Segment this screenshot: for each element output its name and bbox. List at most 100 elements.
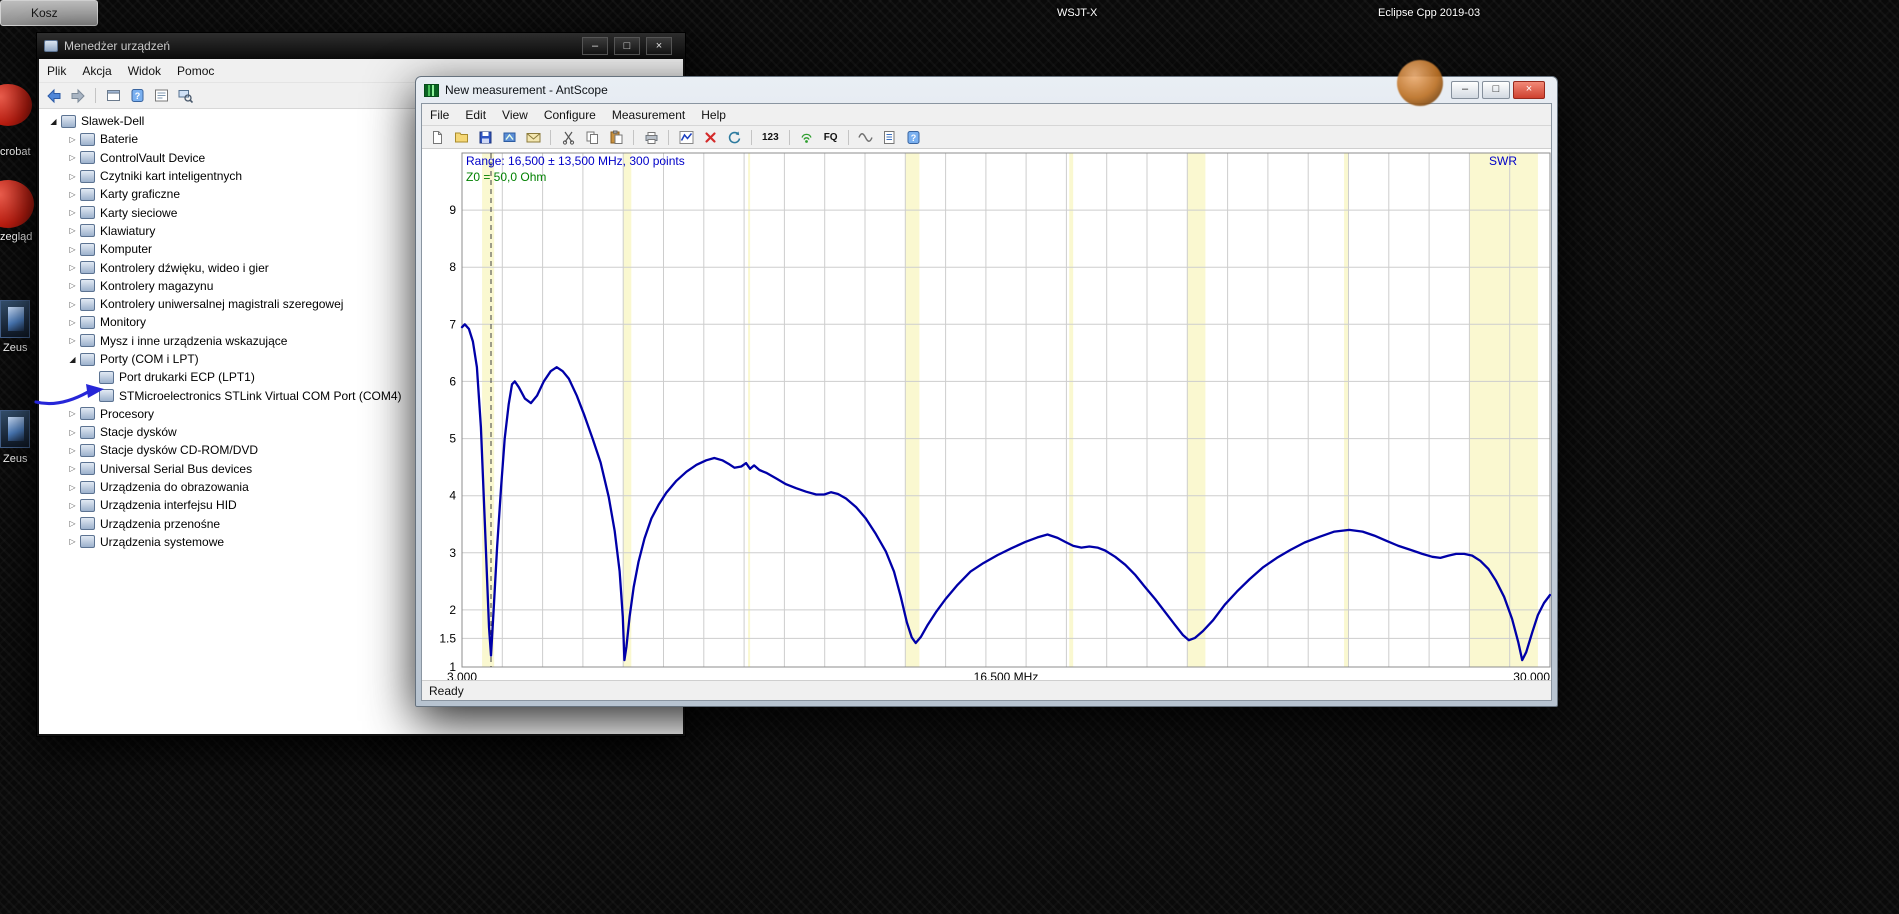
save-icon[interactable] xyxy=(474,127,496,147)
expand-icon[interactable]: ▷ xyxy=(66,483,79,492)
expand-icon[interactable]: ▷ xyxy=(66,208,79,217)
email-icon[interactable] xyxy=(522,127,544,147)
properties-icon[interactable] xyxy=(150,86,172,106)
desktop-icon-browser-label[interactable]: zegląd xyxy=(0,231,32,243)
antscope-titlebar[interactable]: New measurement - AntScope – □ × xyxy=(421,77,1552,103)
expand-icon[interactable]: ▷ xyxy=(66,519,79,528)
expand-icon[interactable]: ▷ xyxy=(66,446,79,455)
svg-text:3,000: 3,000 xyxy=(447,670,477,680)
desktop-icon-zeus-label[interactable]: Zeus xyxy=(3,453,27,465)
help-icon[interactable]: ? xyxy=(126,86,148,106)
expand-icon[interactable]: ▷ xyxy=(66,281,79,290)
antscope-icon xyxy=(424,84,439,97)
maximize-button[interactable]: □ xyxy=(614,37,640,55)
tree-item-label: STMicroelectronics STLink Virtual COM Po… xyxy=(118,389,402,403)
as-menu-edit[interactable]: Edit xyxy=(457,105,494,125)
chart-icon[interactable] xyxy=(675,127,697,147)
tune-icon[interactable] xyxy=(498,127,520,147)
desktop-icon-kosz[interactable]: Kosz xyxy=(0,0,98,26)
expand-icon[interactable]: ▷ xyxy=(66,135,79,144)
expand-icon[interactable]: ▷ xyxy=(66,537,79,546)
expand-icon[interactable]: ▷ xyxy=(66,263,79,272)
svg-text:?: ? xyxy=(134,91,140,101)
print-icon[interactable] xyxy=(640,127,662,147)
as-menu-view[interactable]: View xyxy=(494,105,536,125)
sine-icon[interactable] xyxy=(855,127,877,147)
mouse-icon xyxy=(80,334,95,347)
desktop-icon-eclipse-label[interactable]: Eclipse Cpp 2019-03 xyxy=(1378,7,1480,19)
dm-menu-akcja[interactable]: Akcja xyxy=(74,61,119,81)
close-button[interactable]: × xyxy=(1513,81,1545,99)
copy-icon[interactable] xyxy=(581,127,603,147)
console-icon[interactable] xyxy=(102,86,124,106)
new-icon[interactable] xyxy=(426,127,448,147)
expand-icon[interactable]: ▷ xyxy=(66,409,79,418)
back-icon[interactable] xyxy=(43,86,65,106)
window-title: New measurement - AntScope xyxy=(445,83,608,97)
window-title: Menedżer urządzeń xyxy=(64,39,576,53)
scan-icon[interactable] xyxy=(174,86,196,106)
desktop-icon-acrobat-label[interactable]: crobat xyxy=(0,146,31,158)
antscope-body: FileEditViewConfigureMeasurementHelp 123… xyxy=(421,103,1552,701)
expand-icon[interactable]: ▷ xyxy=(66,153,79,162)
browser-icon[interactable] xyxy=(0,180,34,228)
expand-icon[interactable]: ▷ xyxy=(66,172,79,181)
close-button[interactable]: × xyxy=(646,37,672,55)
maximize-button[interactable]: □ xyxy=(1482,81,1510,99)
fq-icon[interactable]: FQ xyxy=(820,127,842,147)
tree-item-label: Stacje dysków xyxy=(99,425,177,439)
hid-icon xyxy=(80,499,95,512)
expand-icon[interactable]: ▷ xyxy=(66,428,79,437)
as-menu-file[interactable]: File xyxy=(422,105,457,125)
antscope-menubar: FileEditViewConfigureMeasurementHelp xyxy=(422,104,1551,126)
tree-item-label: Kontrolery magazynu xyxy=(99,279,213,293)
erase-icon[interactable] xyxy=(699,127,721,147)
tree-item-label: Baterie xyxy=(99,132,138,146)
as-menu-configure[interactable]: Configure xyxy=(536,105,604,125)
device-manager-titlebar[interactable]: Menedżer urządzeń – □ × xyxy=(37,33,685,59)
forward-icon[interactable] xyxy=(67,86,89,106)
status-bar: Ready xyxy=(422,680,1551,700)
expand-icon[interactable]: ▷ xyxy=(66,501,79,510)
svg-text:9: 9 xyxy=(449,203,456,217)
expand-icon[interactable]: ▷ xyxy=(66,245,79,254)
expand-icon[interactable]: ▷ xyxy=(66,300,79,309)
toolbar-separator xyxy=(550,130,551,145)
tree-item-label: Karty sieciowe xyxy=(99,206,177,220)
zeus-icon[interactable] xyxy=(0,300,30,338)
expand-icon[interactable]: ▷ xyxy=(66,190,79,199)
collapse-icon[interactable]: ◢ xyxy=(66,355,79,364)
refresh-icon[interactable] xyxy=(723,127,745,147)
open-icon[interactable] xyxy=(450,127,472,147)
cut-icon[interactable] xyxy=(557,127,579,147)
help-icon[interactable]: ? xyxy=(903,127,925,147)
tree-item-label: Urządzenia systemowe xyxy=(99,535,224,549)
acrobat-icon[interactable] xyxy=(0,84,32,126)
expand-icon[interactable]: ▷ xyxy=(66,336,79,345)
as-menu-help[interactable]: Help xyxy=(693,105,734,125)
expand-icon[interactable]: ▷ xyxy=(66,318,79,327)
report-icon[interactable] xyxy=(879,127,901,147)
antenna-icon[interactable] xyxy=(796,127,818,147)
paste-icon[interactable] xyxy=(605,127,627,147)
collapse-icon[interactable]: ◢ xyxy=(47,117,60,126)
desktop-icon-zeus-label[interactable]: Zeus xyxy=(3,342,27,354)
toolbar-separator xyxy=(848,130,849,145)
expand-icon[interactable]: ▷ xyxy=(66,464,79,473)
desktop-icon-wsjtx-label[interactable]: WSJT-X xyxy=(1057,7,1097,19)
tree-item-label: Port drukarki ECP (LPT1) xyxy=(118,370,255,384)
zeus-icon[interactable] xyxy=(0,410,30,448)
network-adapter-icon xyxy=(80,206,95,219)
dm-menu-widok[interactable]: Widok xyxy=(120,61,169,81)
tree-item-label: Urządzenia do obrazowania xyxy=(99,480,249,494)
minimize-button[interactable]: – xyxy=(582,37,608,55)
antscope-window: New measurement - AntScope – □ × FileEdi… xyxy=(415,76,1558,707)
usb-icon xyxy=(80,462,95,475)
expand-icon[interactable]: ▷ xyxy=(66,226,79,235)
dm-menu-pomoc[interactable]: Pomoc xyxy=(169,61,222,81)
dm-menu-plik[interactable]: Plik xyxy=(39,61,74,81)
tree-item-label: Kontrolery dźwięku, wideo i gier xyxy=(99,261,269,275)
minimize-button[interactable]: – xyxy=(1451,81,1479,99)
points-icon[interactable]: 123 xyxy=(758,127,783,147)
as-menu-measurement[interactable]: Measurement xyxy=(604,105,693,125)
